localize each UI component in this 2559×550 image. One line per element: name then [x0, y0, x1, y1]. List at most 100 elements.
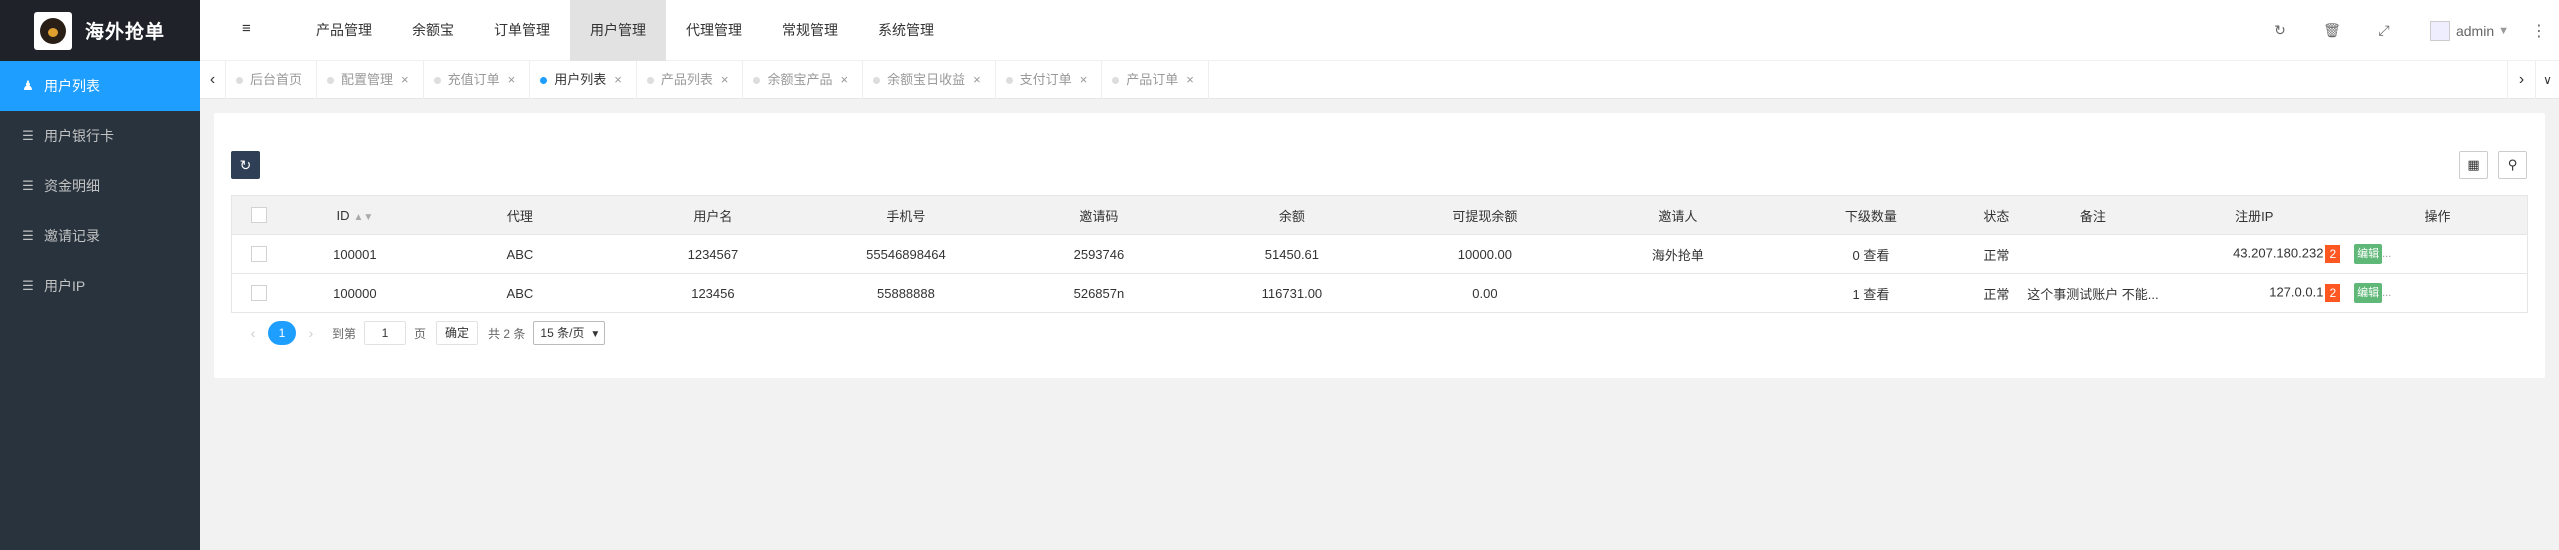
nav-user-management[interactable]: 用户管理 — [570, 0, 666, 61]
goto-confirm-button[interactable]: 确定 — [436, 321, 479, 345]
column-header: 注册IP — [2160, 195, 2349, 235]
goto-page-input[interactable]: 1 — [364, 321, 407, 345]
nav-order-management[interactable]: 订单管理 — [474, 0, 570, 61]
page-size-select[interactable]: 15 条/页 ▼ — [533, 321, 606, 345]
ip-count-badge[interactable]: 2 — [2325, 245, 2341, 263]
tab-yuebao-daily-income[interactable]: 余额宝日收益 × — [863, 61, 996, 99]
header-tools: ↻ 🗑 ⤢ admin ▼ ⋮ — [2254, 0, 2559, 61]
sort-icon[interactable]: ▲▼ — [353, 212, 373, 223]
trash-icon[interactable]: 🗑 — [2306, 22, 2358, 39]
tab-config-management[interactable]: 配置管理 × — [317, 61, 424, 99]
tab-product-orders[interactable]: 产品订单 × — [1102, 61, 1209, 99]
close-icon[interactable]: × — [508, 72, 516, 87]
cell-id: 100000 — [286, 273, 424, 313]
column-header[interactable]: ID ▲▼ — [286, 195, 424, 235]
avatar[interactable] — [2429, 20, 2450, 41]
columns-filter-button[interactable]: ▦ — [2459, 151, 2488, 179]
cell-agent: ABC — [423, 234, 617, 274]
cell-invite-code: 2593746 — [1002, 234, 1196, 274]
next-page-icon[interactable]: › — [300, 325, 322, 341]
nav-agent-management[interactable]: 代理管理 — [666, 0, 762, 61]
table-row[interactable]: 100001 ABC 1234567 55546898464 2593746 5… — [231, 234, 2529, 274]
close-icon[interactable]: × — [973, 72, 981, 87]
refresh-icon[interactable]: ↻ — [2254, 22, 2306, 39]
logo-image — [34, 11, 72, 50]
close-icon[interactable]: × — [721, 72, 729, 87]
tab-dot — [433, 77, 441, 84]
sidebar-item-user-list[interactable]: ♟ 用户列表 — [0, 61, 200, 111]
nav-general-management[interactable]: 常规管理 — [762, 0, 858, 61]
ip-count-badge[interactable]: 2 — [2325, 284, 2341, 302]
tab-dot — [1005, 77, 1013, 84]
menu-collapse-icon[interactable]: ≡ — [242, 20, 251, 37]
header-checkbox-cell[interactable] — [231, 195, 287, 235]
admin-username[interactable]: admin — [2456, 23, 2494, 39]
prev-page-icon[interactable]: ‹ — [242, 325, 264, 341]
close-icon[interactable]: × — [401, 72, 409, 87]
grid-icon: ▦ — [2467, 157, 2480, 172]
cell-remark — [2025, 234, 2161, 274]
row-checkbox-cell[interactable] — [231, 234, 287, 274]
row-checkbox-cell[interactable] — [231, 273, 287, 313]
top-nav: 产品管理 余额宝 订单管理 用户管理 代理管理 常规管理 系统管理 — [296, 0, 954, 61]
tab-dot — [1112, 77, 1120, 84]
tab-label: 配置管理 — [341, 72, 394, 87]
search-button[interactable]: ⚲ — [2498, 151, 2527, 179]
close-icon[interactable]: × — [614, 72, 622, 87]
tab-label: 后台首页 — [250, 72, 303, 87]
fullscreen-icon[interactable]: ⤢ — [2358, 22, 2410, 39]
more-vertical-icon[interactable]: ⋮ — [2531, 21, 2547, 41]
tab-label: 余额宝日收益 — [887, 72, 966, 87]
column-header: 邀请人 — [1581, 195, 1775, 235]
logo[interactable]: 海外抢单 — [0, 0, 200, 61]
select-all-checkbox[interactable] — [251, 207, 268, 224]
tab-admin-home[interactable]: 后台首页 — [226, 61, 318, 99]
close-icon[interactable]: × — [1080, 72, 1088, 87]
chevron-down-icon[interactable]: ∨ — [2535, 61, 2559, 99]
chevron-left-icon[interactable]: ‹ — [200, 61, 226, 99]
sidebar-item-invite-records[interactable]: ☰ 邀请记录 — [0, 211, 200, 261]
tab-label: 充值订单 — [447, 72, 500, 87]
nav-yuebao[interactable]: 余额宝 — [392, 0, 474, 61]
tab-label: 余额宝产品 — [767, 72, 833, 87]
edit-button[interactable]: 编辑 — [2354, 244, 2383, 264]
chevron-down-icon[interactable]: ▼ — [2498, 25, 2509, 37]
view-subordinates-link[interactable]: 查看 — [1863, 287, 1889, 302]
close-icon[interactable]: × — [1186, 72, 1194, 87]
list-icon: ☰ — [22, 228, 34, 243]
tab-yuebao-products[interactable]: 余额宝产品 × — [743, 61, 864, 99]
more-actions[interactable]: ... — [2382, 287, 2391, 299]
table-row[interactable]: 100000 ABC 123456 55888888 526857n 11673… — [231, 273, 2529, 313]
tab-dot — [327, 77, 335, 84]
column-header: 邀请码 — [1002, 195, 1196, 235]
sidebar-item-label: 用户列表 — [44, 78, 100, 94]
cell-agent: ABC — [423, 273, 617, 313]
cell-actions: 编辑... — [2348, 273, 2529, 313]
tab-payment-orders[interactable]: 支付订单 × — [996, 61, 1103, 99]
cell-withdrawable: 10000.00 — [1388, 234, 1582, 274]
sidebar-item-user-ip[interactable]: ☰ 用户IP — [0, 261, 200, 311]
user-table: ID ▲▼ 代理 用户名 手机号 邀请码 余额 可提现余额 邀请人 下级数量 状态… — [231, 195, 2529, 313]
cell-id: 100001 — [286, 234, 424, 274]
chevron-right-icon[interactable]: › — [2507, 61, 2535, 99]
tab-user-list[interactable]: 用户列表 × — [530, 61, 637, 99]
more-actions[interactable]: ... — [2382, 248, 2391, 260]
row-checkbox[interactable] — [251, 285, 268, 302]
cell-ip: 43.207.180.232 2 — [2160, 234, 2349, 274]
edit-button[interactable]: 编辑 — [2354, 283, 2383, 303]
nav-system-management[interactable]: 系统管理 — [858, 0, 954, 61]
sidebar-item-fund-details[interactable]: ☰ 资金明细 — [0, 161, 200, 211]
cell-sub-count: 0 查看 — [1774, 234, 1968, 274]
tab-product-list[interactable]: 产品列表 × — [637, 61, 744, 99]
row-checkbox[interactable] — [251, 246, 268, 263]
sidebar-item-user-bank-card[interactable]: ☰ 用户银行卡 — [0, 111, 200, 161]
cell-invite-code: 526857n — [1002, 273, 1196, 313]
view-subordinates-link[interactable]: 查看 — [1863, 248, 1889, 263]
top-header: ≡ 产品管理 余额宝 订单管理 用户管理 代理管理 常规管理 系统管理 ↻ 🗑 … — [200, 0, 2559, 61]
tab-recharge-orders[interactable]: 充值订单 × — [424, 61, 531, 99]
nav-product-management[interactable]: 产品管理 — [296, 0, 392, 61]
cell-withdrawable: 0.00 — [1388, 273, 1582, 313]
current-page[interactable]: 1 — [268, 321, 296, 345]
close-icon[interactable]: × — [840, 72, 848, 87]
table-refresh-button[interactable]: ↻ — [231, 151, 260, 179]
